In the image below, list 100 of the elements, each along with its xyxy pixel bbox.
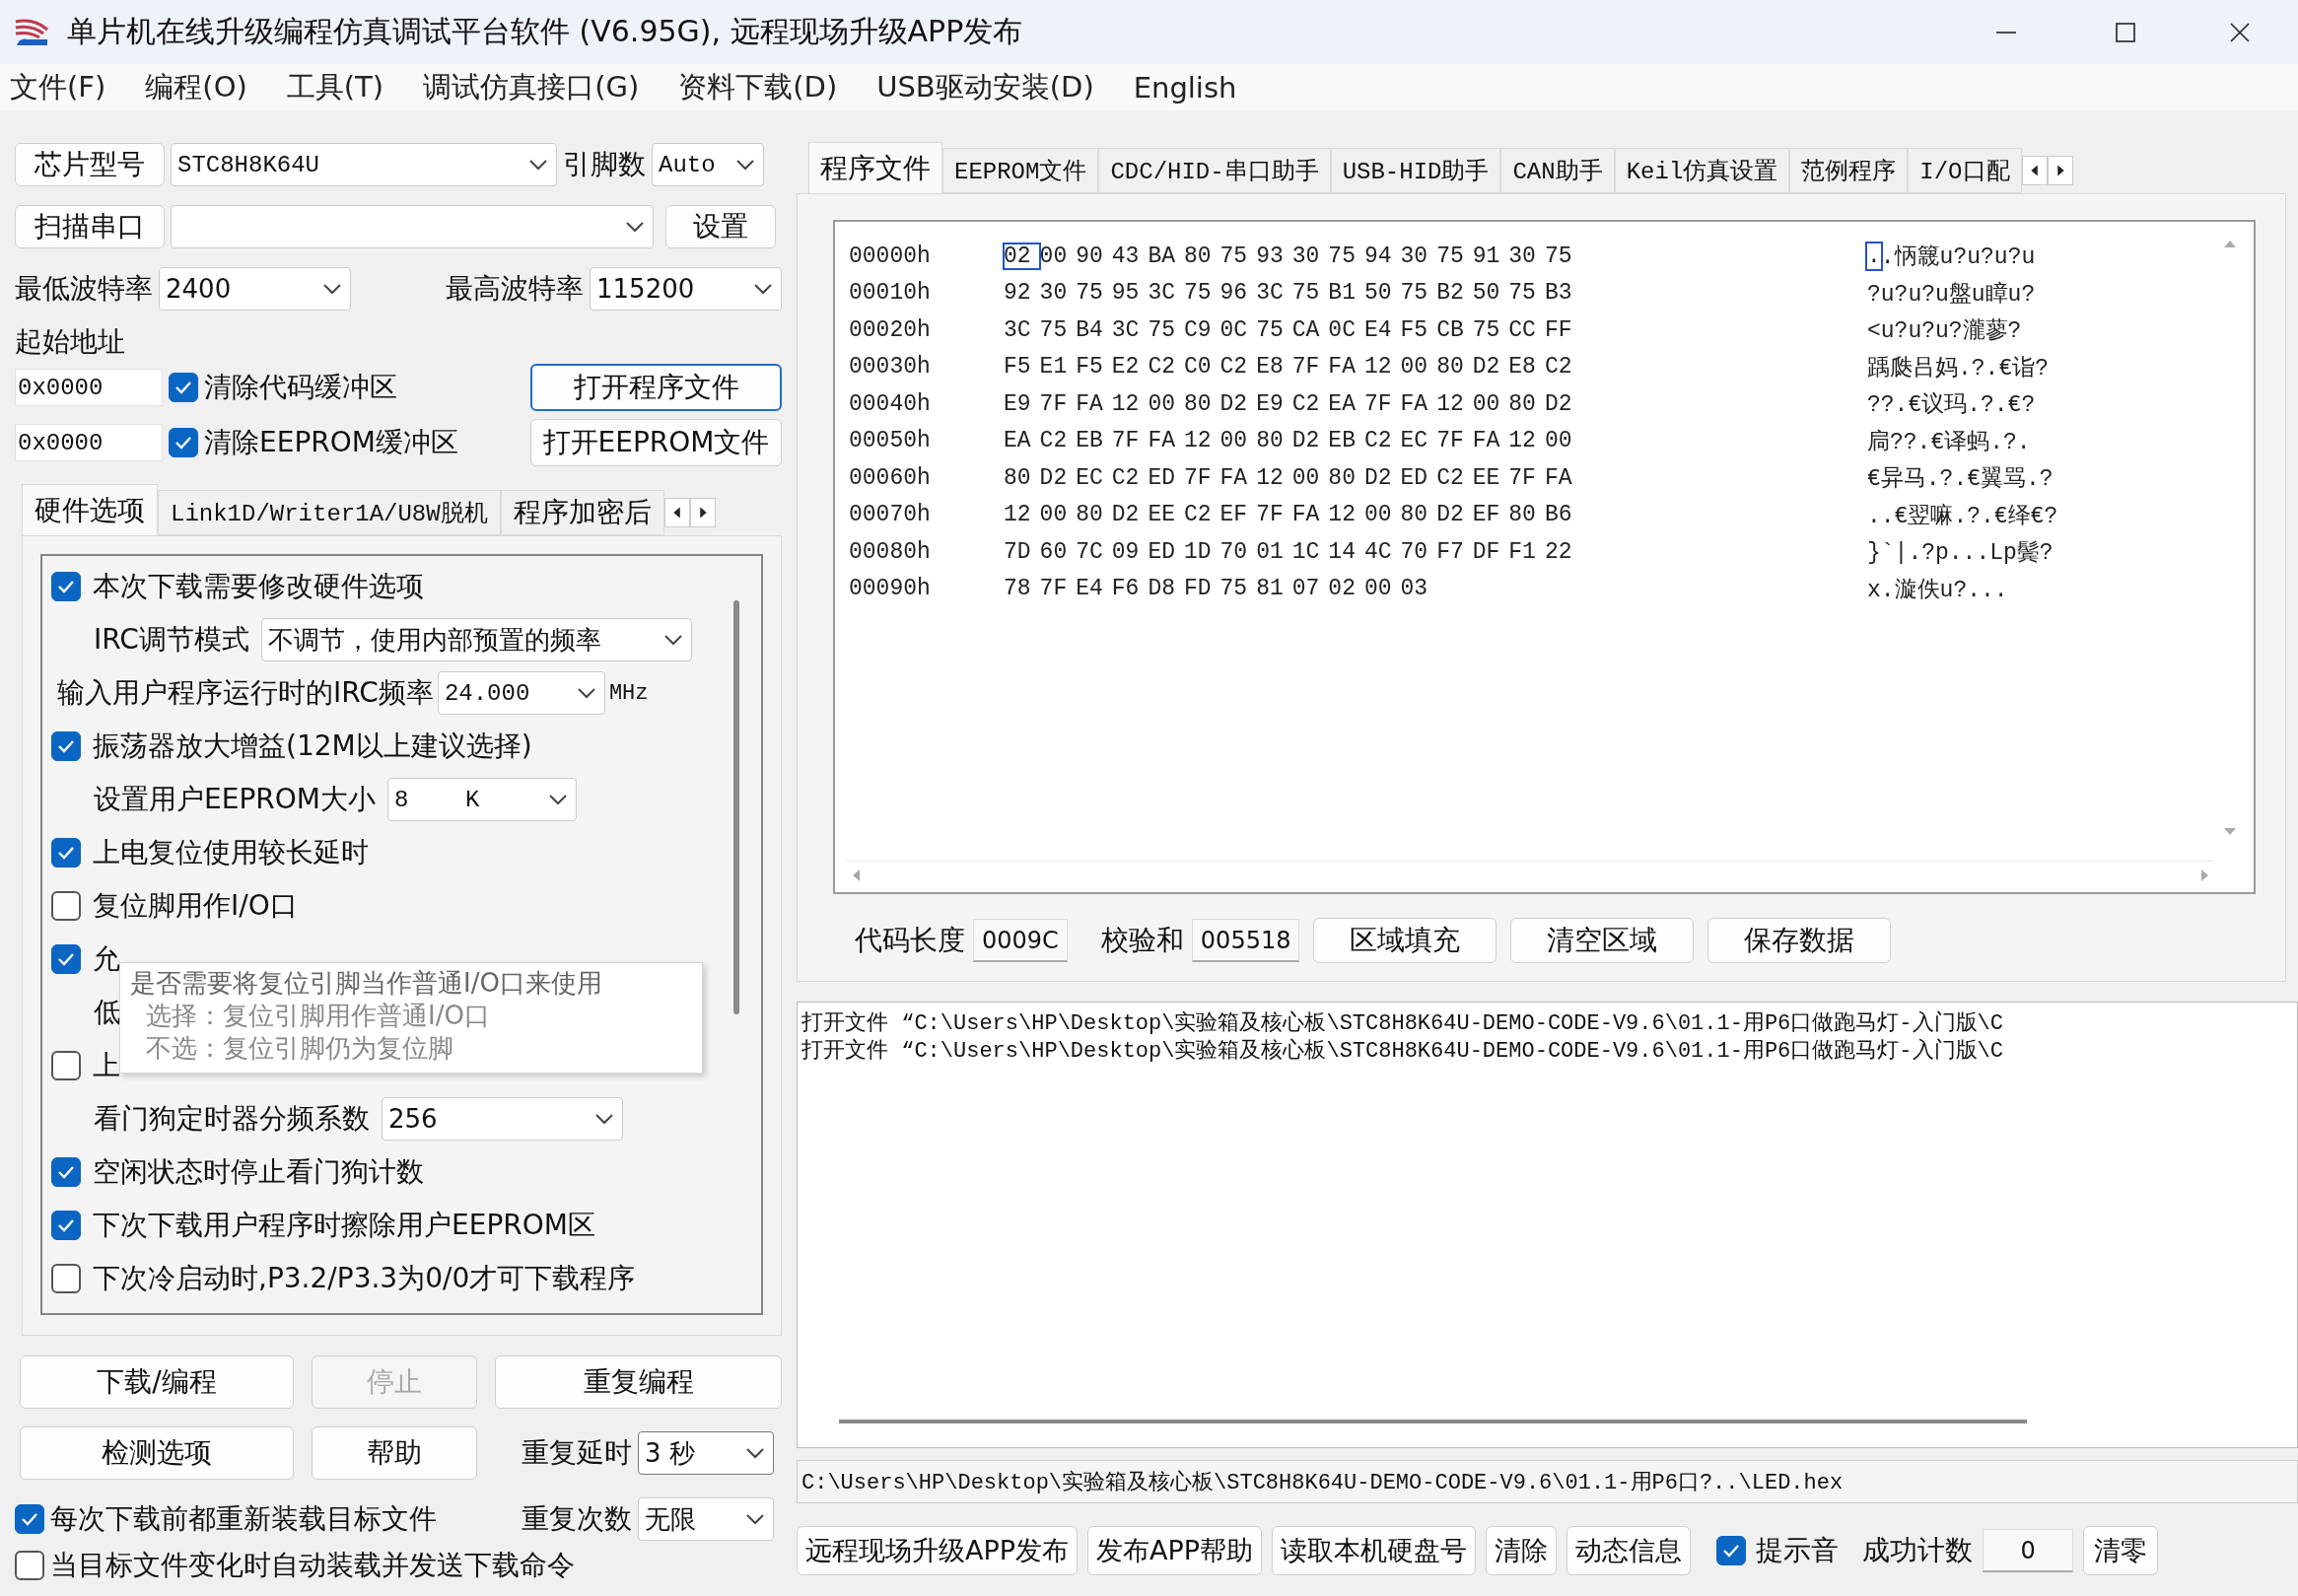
hex-byte: 7F: [1111, 428, 1141, 454]
tab[interactable]: 程序文件: [808, 142, 942, 193]
action-button[interactable]: 检测选项: [20, 1426, 294, 1480]
checkbox[interactable]: [51, 1157, 81, 1187]
hex-byte: E2: [1111, 354, 1141, 381]
checkmark-icon: [56, 1164, 76, 1180]
checkbox[interactable]: [51, 838, 81, 867]
tab[interactable]: CAN助手: [1500, 148, 1615, 193]
ascii-text: ..€翌嘛.?.€绎€?: [1867, 502, 2058, 530]
action-button[interactable]: 保存数据: [1707, 918, 1892, 963]
menu-item[interactable]: 文件(F): [10, 67, 106, 107]
menu-item[interactable]: 资料下载(D): [678, 67, 838, 107]
address-field[interactable]: 0x0000: [15, 369, 163, 406]
hex-byte: B1: [1328, 280, 1357, 307]
ascii-cursor: .: [1867, 243, 1881, 269]
chip-model-button[interactable]: 芯片型号: [15, 143, 165, 186]
dropdown[interactable]: STC8H8K64U: [171, 143, 557, 186]
tab[interactable]: EEPROM文件: [942, 148, 1099, 193]
menu-item[interactable]: English: [1133, 70, 1237, 104]
hex-byte: FA: [1291, 502, 1321, 528]
hex-byte: 12: [1436, 390, 1465, 417]
dropdown[interactable]: 不调节，使用内部预置的频率: [260, 618, 692, 661]
hex-byte: 81: [1256, 576, 1285, 602]
footer-button[interactable]: 远程现场升级APP发布: [797, 1526, 1079, 1575]
settings-button[interactable]: 设置: [665, 205, 776, 248]
hex-byte: 90: [1076, 243, 1104, 269]
footer-button[interactable]: 动态信息: [1567, 1526, 1692, 1575]
checkbox[interactable]: [169, 428, 198, 457]
hex-byte: 00: [1039, 502, 1069, 528]
checkbox[interactable]: [51, 1051, 81, 1080]
hex-byte: FA: [1148, 428, 1176, 454]
footer-button[interactable]: 发布APP帮助: [1087, 1526, 1263, 1575]
scroll-left-icon[interactable]: [663, 498, 690, 527]
hex-byte: 00: [1291, 464, 1321, 491]
open-file-button[interactable]: 打开EEPROM文件: [530, 419, 782, 466]
action-button[interactable]: 帮助: [312, 1426, 477, 1480]
tab[interactable]: Link1D/Writer1A/U8W脱机: [158, 490, 501, 535]
hex-byte: 75: [1544, 243, 1573, 269]
address-field[interactable]: 0x0000: [15, 424, 163, 461]
chevron-down-icon: [745, 1447, 765, 1459]
dropdown[interactable]: 8 K: [386, 778, 577, 821]
menu-item[interactable]: 工具(T): [286, 67, 384, 107]
tab[interactable]: I/O口配: [1908, 148, 2022, 193]
tooltip-text: 是否需要将复位引脚当作普通I/O口来使用: [130, 967, 603, 1000]
hex-byte: 00: [1148, 390, 1176, 417]
scroll-right-icon[interactable]: [2047, 156, 2073, 185]
checkbox[interactable]: [51, 1211, 81, 1240]
reset-button[interactable]: 清零: [2083, 1526, 2159, 1575]
action-button[interactable]: 重复编程: [495, 1355, 782, 1409]
checkbox[interactable]: [51, 891, 81, 921]
footer-button[interactable]: 清除: [1486, 1526, 1558, 1575]
action-button[interactable]: 清空区域: [1510, 918, 1695, 963]
dropdown[interactable]: 3 秒: [638, 1431, 774, 1475]
ascii-text: 扃??.€译蚂.?.: [1867, 428, 2031, 456]
tab[interactable]: Keil仿真设置: [1614, 148, 1790, 193]
dropdown[interactable]: 115200: [590, 267, 782, 311]
menu-item[interactable]: 调试仿真接口(G): [423, 67, 640, 107]
combo-field[interactable]: 24.000: [437, 671, 605, 715]
menu-item[interactable]: USB驱动安装(D): [876, 67, 1094, 107]
tab[interactable]: 范例程序: [1789, 148, 1909, 193]
hex-byte: EC: [1076, 464, 1104, 491]
open-file-button[interactable]: 打开程序文件: [530, 364, 782, 411]
tab[interactable]: 硬件选项: [22, 484, 158, 535]
checkbox[interactable]: [169, 373, 198, 402]
dropdown[interactable]: Auto: [652, 143, 764, 186]
scroll-left-icon[interactable]: [2021, 156, 2048, 185]
dropdown[interactable]: 2400: [159, 267, 351, 311]
chevron-down-icon: [547, 794, 568, 805]
scroll-right-icon[interactable]: [689, 498, 716, 527]
hex-byte: 75: [1328, 243, 1357, 269]
hex-byte: ED: [1148, 464, 1176, 491]
hex-byte: 00: [1363, 502, 1393, 528]
footer-button[interactable]: 读取本机硬盘号: [1272, 1526, 1477, 1575]
action-button[interactable]: 区域填充: [1313, 918, 1497, 963]
checkbox[interactable]: [51, 944, 81, 974]
menu-item[interactable]: 编程(O): [145, 67, 247, 107]
repeat-label: 重复次数: [522, 1501, 632, 1537]
checkbox[interactable]: [51, 731, 81, 761]
hex-byte: ED: [1148, 538, 1176, 565]
hex-address: 00030h: [849, 354, 932, 381]
dropdown[interactable]: 无限: [638, 1497, 774, 1541]
action-button[interactable]: 下载/编程: [20, 1355, 294, 1409]
checkbox[interactable]: [51, 572, 81, 601]
hex-byte: 12: [1508, 428, 1537, 454]
tab[interactable]: USB-HID助手: [1330, 148, 1501, 193]
hex-byte: F5: [1400, 316, 1429, 343]
ascii-text: <u?u?u?瀧蓼?: [1867, 317, 2022, 346]
checkbox[interactable]: [51, 1264, 81, 1293]
tab[interactable]: CDC/HID-串口助手: [1098, 148, 1331, 193]
hex-byte: D2: [1363, 464, 1393, 491]
checkbox[interactable]: [1716, 1536, 1747, 1565]
hex-address: 00010h: [849, 280, 932, 307]
dropdown[interactable]: 256: [382, 1097, 623, 1141]
tab[interactable]: 程序加密后: [500, 490, 664, 535]
unit-label: MHz: [608, 680, 649, 706]
hex-address: 00080h: [849, 538, 932, 565]
option-label: 空闲状态时停止看门狗计数: [93, 1154, 424, 1190]
checkbox[interactable]: [15, 1504, 44, 1534]
scan-port-button[interactable]: 扫描串口: [15, 205, 165, 248]
checkbox[interactable]: [15, 1551, 44, 1580]
